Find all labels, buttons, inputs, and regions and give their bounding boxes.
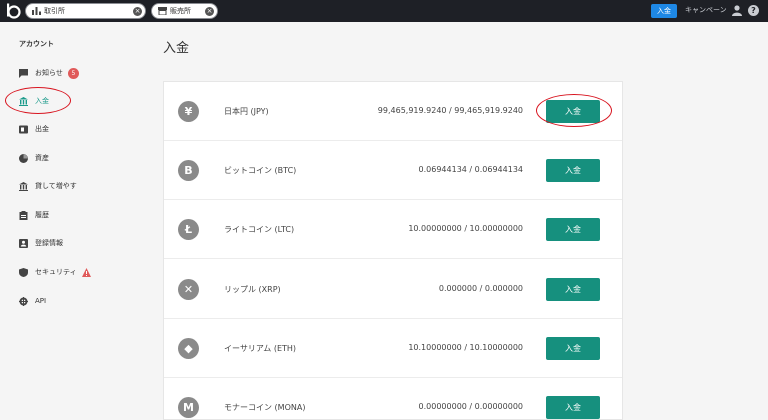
- currency-balance: 10.10000000 / 10.10000000: [408, 343, 523, 352]
- deposit-button[interactable]: 入金: [546, 396, 600, 419]
- currency-balance: 0.06944134 / 0.06944134: [418, 165, 523, 174]
- currency-row-ltc: Ł ライトコイン (LTC) 10.00000000 / 10.00000000…: [164, 200, 622, 259]
- currency-row-btc: B ビットコイン (BTC) 0.06944134 / 0.06944134 入…: [164, 141, 622, 200]
- store-tab[interactable]: 販売所 ×: [151, 3, 218, 19]
- sidebar-item-withdraw[interactable]: 出金: [19, 123, 49, 135]
- currency-row-mona: M モナーコイン (MONA) 0.00000000 / 0.00000000 …: [164, 378, 622, 420]
- gear-icon: [19, 296, 28, 306]
- yen-icon: ¥: [178, 101, 199, 122]
- withdraw-icon: [19, 125, 28, 134]
- currency-name: リップル (XRP): [224, 285, 281, 294]
- sidebar-item-label: API: [35, 297, 47, 305]
- currency-name: モナーコイン (MONA): [224, 403, 306, 412]
- currency-name: 日本円 (JPY): [224, 107, 269, 116]
- litecoin-icon: Ł: [178, 219, 199, 240]
- currency-balance: 10.00000000 / 10.00000000: [408, 224, 523, 233]
- close-icon[interactable]: ×: [133, 6, 142, 16]
- currency-balance: 0.00000000 / 0.00000000: [418, 402, 523, 411]
- sidebar-item-label: 出金: [35, 125, 49, 133]
- sidebar-heading: アカウント: [19, 40, 54, 48]
- sidebar-item-label: 履歴: [35, 211, 49, 219]
- deposit-button[interactable]: 入金: [546, 337, 600, 360]
- close-icon[interactable]: ×: [205, 6, 214, 16]
- highlight-circle: [536, 94, 612, 127]
- shield-icon: [19, 267, 28, 277]
- warning-icon: [81, 267, 91, 277]
- bank-icon: [19, 181, 28, 191]
- exchange-tab[interactable]: 取引所 ×: [25, 3, 146, 19]
- ripple-icon: ✕: [178, 279, 199, 300]
- deposit-button[interactable]: 入金: [546, 159, 600, 182]
- sidebar-item-label: 登録情報: [35, 239, 63, 247]
- deposit-button[interactable]: 入金: [546, 218, 600, 241]
- sidebar-item-label: 資産: [35, 154, 49, 162]
- bitbank-logo-icon[interactable]: [4, 2, 22, 20]
- deposit-currency-list: ¥ 日本円 (JPY) 99,465,919.9240 / 99,465,919…: [163, 81, 623, 420]
- id-card-icon: [19, 238, 28, 248]
- clipboard-icon: [19, 210, 28, 220]
- sidebar-item-assets[interactable]: 資産: [19, 152, 49, 164]
- currency-name: ライトコイン (LTC): [224, 225, 295, 234]
- deposit-button[interactable]: 入金: [546, 278, 600, 301]
- sidebar-item-label: セキュリティ: [35, 268, 77, 276]
- currency-row-eth: ◆ イーサリアム (ETH) 10.10000000 / 10.10000000…: [164, 319, 622, 378]
- sidebar-item-security[interactable]: セキュリティ: [19, 266, 91, 278]
- currency-row-xrp: ✕ リップル (XRP) 0.000000 / 0.000000 入金: [164, 260, 622, 319]
- user-icon[interactable]: [732, 5, 742, 16]
- pie-chart-icon: [19, 153, 28, 163]
- notification-count-badge: 5: [67, 67, 79, 79]
- sidebar-item-api[interactable]: API: [19, 295, 46, 307]
- page-title: 入金: [163, 41, 190, 56]
- sidebar-item-label: お知らせ: [35, 69, 63, 77]
- campaign-link[interactable]: キャンペーン: [685, 5, 727, 15]
- store-icon: [157, 6, 167, 16]
- currency-name: イーサリアム (ETH): [224, 344, 297, 353]
- currency-balance: 0.000000 / 0.000000: [438, 284, 523, 293]
- top-deposit-button[interactable]: 入金: [651, 4, 677, 18]
- store-tab-label: 販売所: [170, 7, 191, 15]
- monacoin-icon: M: [178, 397, 199, 418]
- currency-balance: 99,465,919.9240 / 99,465,919.9240: [377, 106, 523, 115]
- bitcoin-icon: B: [178, 160, 199, 181]
- help-icon[interactable]: ?: [748, 5, 759, 16]
- currency-name: ビットコイン (BTC): [224, 166, 297, 175]
- ethereum-icon: ◆: [178, 338, 199, 359]
- top-navigation-bar: 取引所 × 販売所 × 入金 キャンペーン ?: [0, 0, 768, 22]
- highlight-circle: [5, 87, 71, 114]
- exchange-tab-label: 取引所: [44, 7, 65, 15]
- sidebar-item-profile[interactable]: 登録情報: [19, 237, 63, 249]
- sidebar-item-notifications[interactable]: お知らせ 5: [19, 67, 79, 79]
- sidebar-item-history[interactable]: 履歴: [19, 209, 49, 221]
- sidebar-item-lending[interactable]: 貸して増やす: [19, 180, 77, 192]
- bar-chart-icon: [31, 6, 41, 16]
- sidebar-item-label: 貸して増やす: [35, 182, 77, 190]
- account-sidebar: アカウント お知らせ 5 入金 出金 資産 貸して増やす 履歴 登録情報 セキュ…: [0, 22, 147, 420]
- message-icon: [19, 68, 28, 78]
